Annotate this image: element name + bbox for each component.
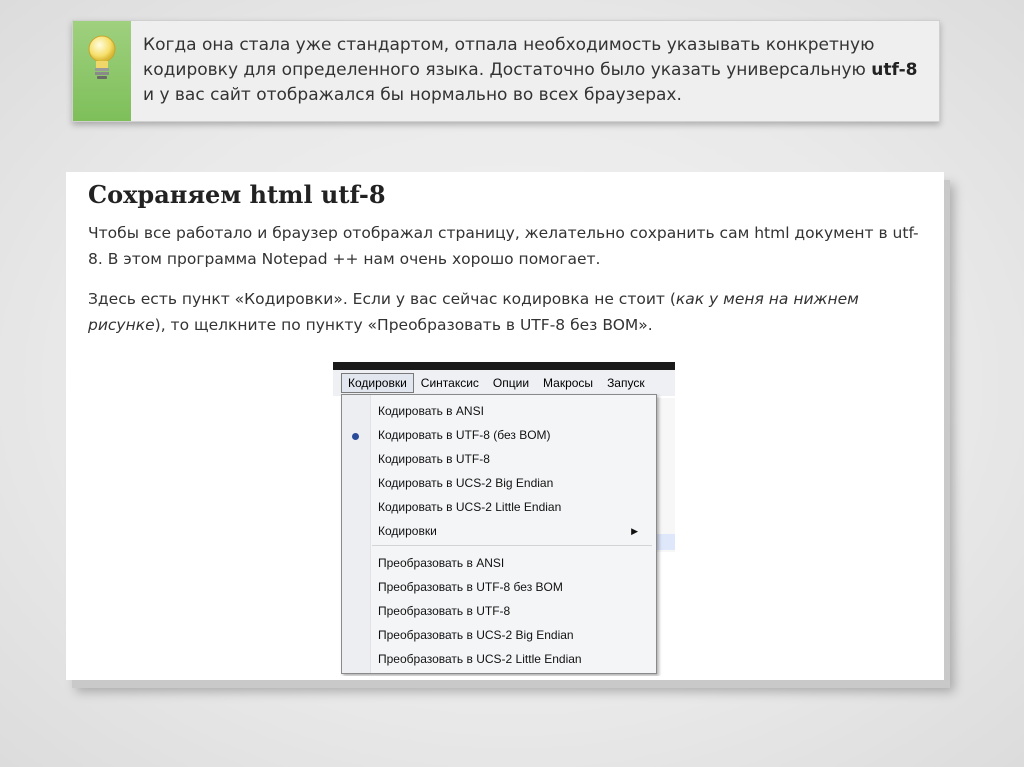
tip-line-2-text: кодировку для определенного языка. Доста… (143, 60, 872, 80)
menu-item-convert-ucs2-le[interactable]: Преобразовать в UCS-2 Little Endian (378, 649, 582, 669)
notepad-screenshot: Кодировки Синтаксис Опции Макросы Запуск… (333, 362, 675, 676)
article-card: Сохраняем html utf-8 Чтобы все работало … (66, 172, 944, 680)
tip-line-2-bold: utf-8 (871, 60, 918, 80)
tip-line-2: кодировку для определенного языка. Доста… (143, 58, 923, 83)
tip-line-3: и у вас сайт отображался бы нормально во… (143, 85, 682, 105)
menu-bar: Кодировки Синтаксис Опции Макросы Запуск (333, 370, 675, 396)
selected-radio-icon (352, 433, 359, 440)
menu-encoding[interactable]: Кодировки (341, 373, 414, 393)
menu-macros[interactable]: Макросы (536, 376, 600, 390)
editor-selection-highlight (655, 534, 675, 550)
menu-item-encode-utf8-no-bom[interactable]: Кодировать в UTF-8 (без BOM) (378, 425, 551, 445)
editor-background (655, 398, 675, 552)
article-paragraph-1: Чтобы все работало и браузер отображал с… (88, 224, 919, 268)
menu-item-convert-utf8[interactable]: Преобразовать в UTF-8 (378, 601, 510, 621)
menu-item-encodings-submenu[interactable]: Кодировки ▶ (378, 521, 648, 541)
tip-text: Когда она стала уже стандартом, отпала н… (143, 33, 923, 108)
lightbulb-icon (88, 35, 116, 79)
menu-item-encode-ucs2-be[interactable]: Кодировать в UCS-2 Big Endian (378, 473, 553, 493)
window-top-strip (333, 362, 675, 370)
menu-item-convert-ansi[interactable]: Преобразовать в ANSI (378, 553, 504, 573)
submenu-arrow-icon: ▶ (631, 526, 638, 536)
menu-separator (372, 545, 652, 546)
article-paragraph-2: Здесь есть пункт «Кодировки». Если у вас… (88, 286, 928, 338)
tip-line-1: Когда она стала уже стандартом, отпала н… (143, 35, 875, 55)
menu-item-convert-utf8-no-bom[interactable]: Преобразовать в UTF-8 без BOM (378, 577, 563, 597)
encoding-dropdown-menu: Кодировать в ANSI Кодировать в UTF-8 (бе… (341, 394, 657, 674)
menu-item-encode-utf8[interactable]: Кодировать в UTF-8 (378, 449, 490, 469)
para2-text-pre: Здесь есть пункт «Кодировки». Если у вас… (88, 290, 676, 308)
menu-syntax[interactable]: Синтаксис (414, 376, 486, 390)
article-title: Сохраняем html utf-8 (88, 180, 386, 209)
submenu-label: Кодировки (378, 524, 437, 538)
menu-item-encode-ansi[interactable]: Кодировать в ANSI (378, 401, 484, 421)
menu-run[interactable]: Запуск (600, 376, 652, 390)
menu-item-encode-ucs2-le[interactable]: Кодировать в UCS-2 Little Endian (378, 497, 561, 517)
tip-icon-bar (73, 21, 131, 121)
tip-box: Когда она стала уже стандартом, отпала н… (72, 20, 940, 122)
menu-item-convert-ucs2-be[interactable]: Преобразовать в UCS-2 Big Endian (378, 625, 574, 645)
menu-options[interactable]: Опции (486, 376, 536, 390)
para2-text-post: ), то щелкните по пункту «Преобразовать … (154, 316, 653, 334)
